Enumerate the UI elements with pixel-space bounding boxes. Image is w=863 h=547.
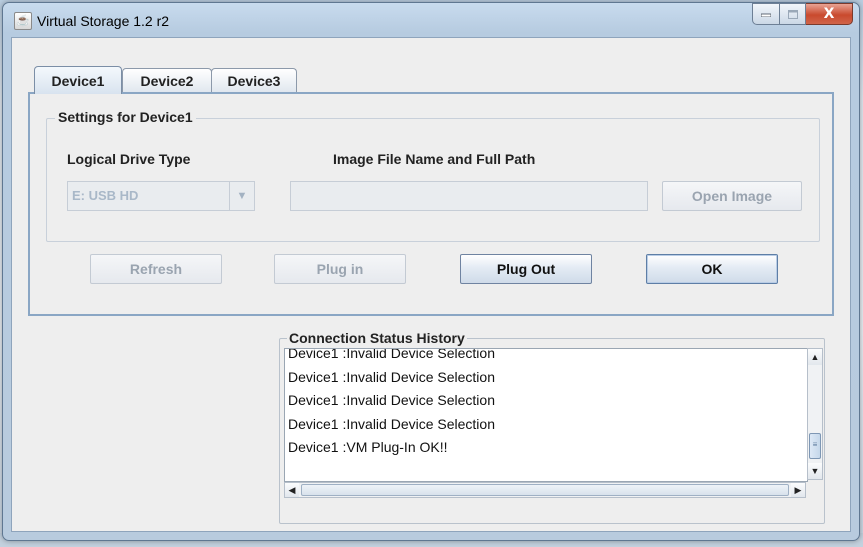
arrow-left-icon: ◀ (288, 484, 296, 495)
window-client-area: Device1 Device2 Device3 Settings for Dev… (11, 37, 851, 532)
history-lines: Device1 :Invalid Device Selection Device… (288, 348, 495, 460)
minimize-icon (761, 13, 771, 17)
drive-type-value: E: USB HD (72, 188, 139, 203)
refresh-button[interactable]: Refresh (90, 254, 222, 284)
arrow-up-icon: ▲ (810, 352, 820, 362)
connection-status-history: Connection Status History Device1 :Inval… (279, 330, 825, 524)
tab-device1[interactable]: Device1 (34, 66, 122, 94)
list-item: Device1 :Invalid Device Selection (288, 348, 495, 361)
drive-type-label: Logical Drive Type (67, 151, 191, 167)
list-item: Device1 :Invalid Device Selection (288, 415, 495, 432)
settings-group: Settings for Device1 Logical Drive Type … (46, 109, 820, 242)
vertical-scrollbar[interactable]: ▲ ≡ ▼ (807, 348, 823, 480)
java-cup-icon[interactable]: ☕ (14, 12, 32, 30)
open-image-button[interactable]: Open Image (662, 181, 802, 211)
horizontal-scroll-thumb[interactable] (301, 484, 789, 496)
ok-button[interactable]: OK (646, 254, 778, 284)
close-button[interactable]: X (806, 3, 853, 25)
scroll-right-button[interactable]: ▶ (791, 483, 805, 497)
arrow-right-icon: ▶ (794, 484, 802, 495)
tab-panel-device1: Settings for Device1 Logical Drive Type … (28, 92, 834, 316)
history-list[interactable]: Device1 :Invalid Device Selection Device… (284, 348, 808, 482)
tab-device3[interactable]: Device3 (211, 68, 297, 93)
drive-type-select[interactable]: E: USB HD ▼ (67, 181, 255, 211)
maximize-icon (787, 9, 798, 19)
arrow-down-icon: ▼ (810, 466, 820, 476)
history-title: Connection Status History (287, 330, 467, 346)
list-item: Device1 :Invalid Device Selection (288, 392, 495, 408)
image-path-label: Image File Name and Full Path (333, 151, 536, 167)
scroll-left-button[interactable]: ◀ (285, 483, 299, 497)
window-controls: X (752, 3, 853, 25)
minimize-button[interactable] (752, 3, 780, 25)
scroll-up-button[interactable]: ▲ (808, 349, 822, 365)
vertical-scroll-thumb[interactable]: ≡ (809, 433, 821, 459)
window-title: Virtual Storage 1.2 r2 (37, 13, 170, 29)
plug-out-button[interactable]: Plug Out (460, 254, 592, 284)
list-item: Device1 :VM Plug-In OK!! (288, 439, 448, 455)
close-icon: X (823, 6, 835, 22)
list-item: Device1 :Invalid Device Selection (288, 368, 495, 385)
chevron-down-icon[interactable]: ▼ (229, 182, 254, 210)
plug-in-button[interactable]: Plug in (274, 254, 406, 284)
image-path-field[interactable] (290, 181, 648, 211)
tab-device2[interactable]: Device2 (122, 68, 212, 93)
scroll-down-button[interactable]: ▼ (808, 463, 822, 479)
scroll-corner (807, 482, 823, 498)
horizontal-scrollbar[interactable]: ◀ ▶ (284, 482, 806, 498)
maximize-button[interactable] (780, 3, 806, 25)
title-bar[interactable]: ☕ Virtual Storage 1.2 r2 X (3, 3, 859, 37)
app-window: ☕ Virtual Storage 1.2 r2 X Device1 Devic… (2, 2, 860, 541)
settings-group-title: Settings for Device1 (55, 109, 196, 125)
